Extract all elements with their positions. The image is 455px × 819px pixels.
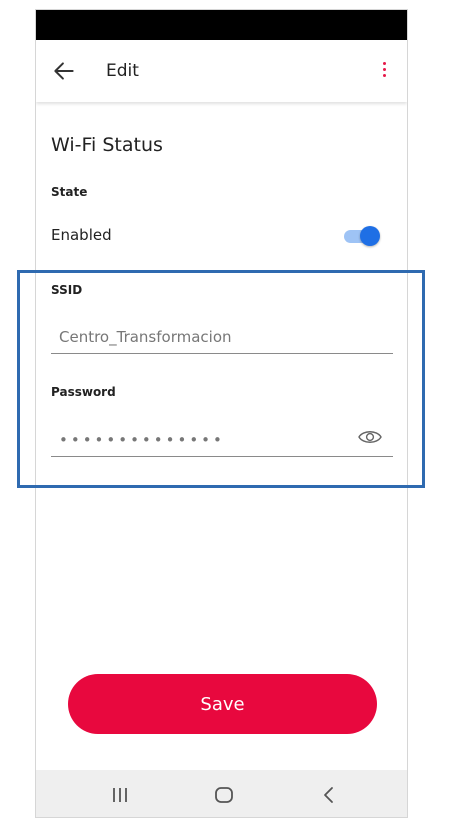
recents-icon[interactable] <box>109 784 131 806</box>
home-icon[interactable] <box>213 784 235 806</box>
page-title: Edit <box>106 61 139 81</box>
save-button[interactable]: Save <box>68 674 377 734</box>
more-vert-icon[interactable] <box>379 59 389 83</box>
back-arrow-icon[interactable] <box>51 58 77 84</box>
wifi-toggle[interactable] <box>344 225 380 247</box>
state-label: State <box>51 185 88 199</box>
highlight-box <box>17 270 425 488</box>
system-nav-bar <box>36 770 407 817</box>
section-title: Wi-Fi Status <box>51 134 163 156</box>
app-bar: Edit <box>36 40 407 102</box>
toggle-knob <box>360 226 380 246</box>
state-value: Enabled <box>51 226 112 244</box>
status-bar <box>36 10 407 40</box>
nav-back-icon[interactable] <box>318 784 340 806</box>
